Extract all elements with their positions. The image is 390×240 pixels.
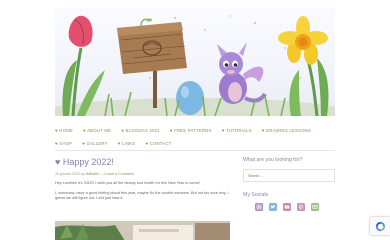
search-widget-title: What are you looking for? <box>243 157 303 163</box>
nav-label: LINKS <box>121 140 136 146</box>
post-author-link[interactable]: Nathalie <box>86 172 99 176</box>
nav-label: DRAWING LESSONS <box>266 127 312 133</box>
leave-comment-link[interactable]: Leave a Comment <box>104 172 133 176</box>
social-links <box>243 203 335 211</box>
post-photo <box>55 221 230 240</box>
nav-item-links[interactable]: ♥ LINKS <box>118 141 136 146</box>
nav-divider <box>55 150 335 151</box>
heart-icon: ♥ <box>221 127 225 133</box>
nav-label: SHOP <box>59 140 73 146</box>
search-input[interactable] <box>243 169 335 182</box>
nav-item-about-me[interactable]: ♥ ABOUT ME <box>83 128 111 133</box>
nav-item-drawing-lessons[interactable]: ♥ DRAWING LESSONS <box>262 128 311 133</box>
heart-icon: ♥ <box>82 127 86 133</box>
heart-icon: ♥ <box>55 127 58 133</box>
post-date: 16 januari 2022 by <box>55 172 85 176</box>
recaptcha-icon <box>375 221 385 231</box>
nav-item-tutorials[interactable]: ♥ TUTORIALS <box>222 128 252 133</box>
post-paragraph-2: I, somehow, have a good feeling about th… <box>55 191 229 201</box>
nav-label: FREE PATTERNS <box>174 127 212 133</box>
post-image <box>55 221 230 240</box>
nav-item-contact[interactable]: ♥ CONTACT <box>145 141 171 146</box>
instagram-icon[interactable] <box>255 203 263 211</box>
socials-widget-title: My Socials <box>243 192 269 198</box>
nav-row-1: ♥ HOME ♥ ABOUT ME ♥ BLOGMAS 2021 ♥ FREE PATT… <box>55 124 335 136</box>
blog-post: ♥ Happy 2022! 16 januari 2022 by Nathali… <box>55 157 230 240</box>
sidebar: What are you looking for? My Socials <box>243 157 335 211</box>
heart-icon: ♥ <box>117 140 121 146</box>
nav-label: ABOUT ME <box>87 127 112 133</box>
main-nav: ♥ HOME ♥ ABOUT ME ♥ BLOGMAS 2021 ♥ FREE PATT… <box>55 124 335 149</box>
nav-row-2: ♥ SHOP ♥ GALLERY ♥ LINKS ♥ CONTACT <box>55 137 335 149</box>
post-title[interactable]: ♥ Happy 2022! <box>55 157 230 167</box>
nav-label: HOME <box>59 127 73 133</box>
twitter-icon[interactable] <box>269 203 277 211</box>
recaptcha-badge[interactable] <box>370 217 390 235</box>
heart-icon: ♥ <box>121 127 124 133</box>
pinterest-icon[interactable] <box>297 203 305 211</box>
header-illustration <box>55 15 335 116</box>
meta-separator: — <box>99 172 104 176</box>
nav-item-free-patterns[interactable]: ♥ FREE PATTERNS <box>170 128 212 133</box>
nav-item-blogmas-2021[interactable]: ♥ BLOGMAS 2021 <box>121 128 160 133</box>
header-banner[interactable] <box>55 8 335 116</box>
email-icon[interactable] <box>311 203 319 211</box>
nav-item-shop[interactable]: ♥ SHOP <box>55 141 72 146</box>
nav-label: GALLERY <box>86 140 108 146</box>
heart-icon: ♥ <box>55 140 58 146</box>
post-meta: 16 januari 2022 by Nathalie — Leave a Co… <box>55 172 230 176</box>
heart-icon: ♥ <box>82 140 86 146</box>
nav-item-gallery[interactable]: ♥ GALLERY <box>82 141 107 146</box>
nav-label: CONTACT <box>149 140 172 146</box>
heart-icon: ♥ <box>169 127 173 133</box>
nav-label: TUTORIALS <box>225 127 252 133</box>
heart-icon: ♥ <box>145 140 149 146</box>
post-paragraph-1: Hey Lovelies It's 2022!! I wish you all … <box>55 181 200 185</box>
nav-item-home[interactable]: ♥ HOME <box>55 128 73 133</box>
nav-label: BLOGMAS 2021 <box>125 127 160 133</box>
youtube-icon[interactable] <box>283 203 291 211</box>
heart-icon: ♥ <box>261 127 265 133</box>
